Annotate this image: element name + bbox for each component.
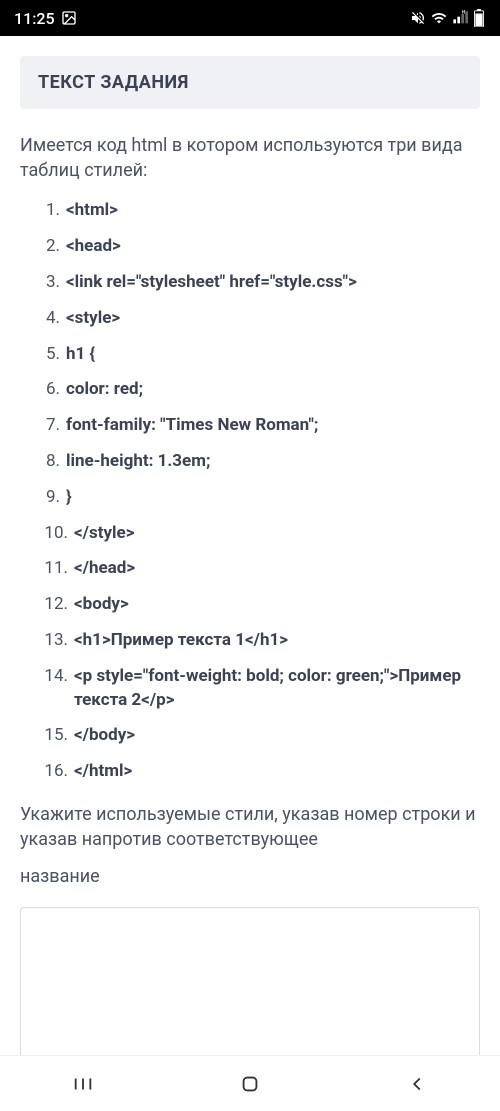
status-time: 11:25 [14,9,55,28]
list-item: </html> [32,760,480,784]
code-line: </body> [74,724,135,748]
list-item: <head> [32,235,480,259]
code-line: color: red; [66,378,143,402]
outro-text-1: Укажите используемые стили, указав номер… [20,802,480,852]
list-item: } [32,486,480,510]
image-icon [61,10,77,26]
list-item: </style> [32,522,480,546]
outro-text-2: название [20,866,480,887]
code-line: <p style="font-weight: bold; color: gree… [74,665,480,713]
list-item: h1 { [32,343,480,367]
code-line: <link rel="stylesheet" href="style.css"> [66,271,357,295]
code-line: </html> [74,760,132,784]
code-list: <html> <head> <link rel="stylesheet" hre… [20,199,480,784]
list-item: </head> [32,557,480,581]
mute-icon [410,10,426,26]
status-bar: 11:25 R [0,0,500,36]
list-item: <h1>Пример текста 1</h1> [32,629,480,653]
list-item: <style> [32,307,480,331]
content-area: ТЕКСТ ЗАДАНИЯ Имеется код html в котором… [0,36,500,1055]
list-item: color: red; [32,378,480,402]
task-header-title: ТЕКСТ ЗАДАНИЯ [38,72,462,93]
code-line: <head> [66,235,121,259]
status-right: R [410,9,486,27]
code-line: font-family: "Times New Roman"; [66,414,318,438]
status-left: 11:25 [14,9,77,28]
answer-input[interactable] [20,907,480,1055]
code-line: </style> [74,522,134,546]
code-line: <h1>Пример текста 1</h1> [74,629,288,653]
code-line: <html> [66,199,118,223]
code-line: </head> [74,557,135,581]
wifi-icon [430,10,448,26]
list-item: <link rel="stylesheet" href="style.css"> [32,271,480,295]
list-item: font-family: "Times New Roman"; [32,414,480,438]
list-item: <body> [32,593,480,617]
recent-apps-button[interactable] [53,1064,113,1104]
code-line: line-height: 1.3em; [66,450,210,474]
code-line: <style> [66,307,120,331]
signal-icon: R [452,10,468,26]
list-item: </body> [32,724,480,748]
list-item: <p style="font-weight: bold; color: gree… [32,665,480,713]
list-item: <html> [32,199,480,223]
home-button[interactable] [220,1064,280,1104]
intro-text: Имеется код html в котором используются … [20,133,480,183]
code-line: h1 { [66,343,95,367]
list-item: line-height: 1.3em; [32,450,480,474]
battery-icon [472,9,486,27]
nav-bar [0,1055,500,1111]
code-line: } [66,486,72,510]
code-line: <body> [74,593,129,617]
task-header: ТЕКСТ ЗАДАНИЯ [20,56,480,109]
back-button[interactable] [387,1064,447,1104]
